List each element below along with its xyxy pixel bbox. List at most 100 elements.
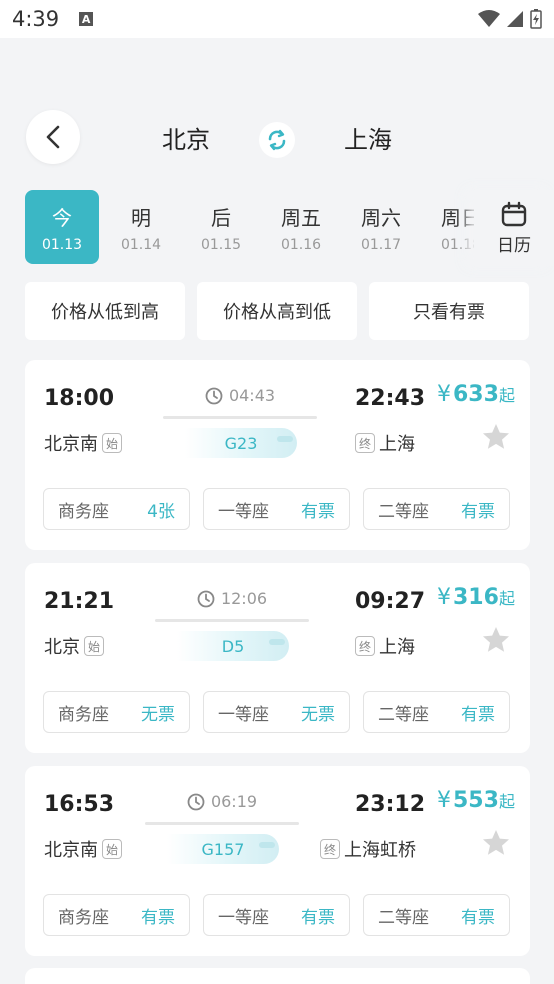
signal-icon xyxy=(507,11,523,27)
seat-name: 一等座 xyxy=(218,907,269,928)
calendar-icon xyxy=(501,201,527,226)
route-header: 北京 上海 xyxy=(0,100,554,176)
terminal-tag: 终 xyxy=(320,839,340,859)
date-value: 01.17 xyxy=(360,236,402,253)
calendar-button[interactable]: 日历 xyxy=(474,190,554,266)
seat-availability: 有票 xyxy=(141,907,175,928)
chevron-left-icon xyxy=(46,125,60,149)
seat-availability: 无票 xyxy=(301,704,335,725)
seat-name: 商务座 xyxy=(58,501,109,522)
seat-business: 商务座 无票 xyxy=(43,691,190,733)
seat-name: 商务座 xyxy=(58,704,109,725)
arrival-station: 终 上海 xyxy=(355,633,415,659)
date-tab-today[interactable]: 今 01.13 xyxy=(25,190,99,264)
departure-station-name: 北京南 xyxy=(44,840,98,861)
date-value: 01.14 xyxy=(120,236,162,253)
seat-business: 商务座 有票 xyxy=(43,894,190,936)
seat-name: 二等座 xyxy=(378,907,429,928)
currency-symbol: ¥ xyxy=(437,788,451,813)
train-card[interactable]: 21:21 12:06 09:27 ¥ 316 起 北京 始 D5 终 上海 商… xyxy=(25,563,530,753)
terminal-tag: 终 xyxy=(355,433,375,453)
price-value: 633 xyxy=(453,382,499,407)
duration-text: 04:43 xyxy=(228,386,276,405)
to-city[interactable]: 上海 xyxy=(344,120,392,155)
date-tab-saturday[interactable]: 周六 01.17 xyxy=(344,190,418,264)
seat-name: 一等座 xyxy=(218,501,269,522)
duration-text: 12:06 xyxy=(220,589,268,608)
duration-line xyxy=(155,619,309,622)
date-weekday: 周五 xyxy=(281,205,321,230)
arrival-station-name: 上海虹桥 xyxy=(344,840,416,861)
seat-second-class: 二等座 有票 xyxy=(363,894,510,936)
seat-name: 二等座 xyxy=(378,501,429,522)
date-tab-friday[interactable]: 周五 01.16 xyxy=(264,190,338,264)
duration: 06:19 xyxy=(145,792,299,811)
currency-symbol: ¥ xyxy=(437,382,451,407)
seat-second-class: 二等座 有票 xyxy=(363,488,510,530)
seat-name: 二等座 xyxy=(378,704,429,725)
train-card[interactable]: 16:53 06:19 23:12 ¥ 553 起 北京南 始 G157 终 上… xyxy=(25,766,530,956)
arrival-station-name: 上海 xyxy=(379,637,415,658)
from-city[interactable]: 北京 xyxy=(162,120,210,155)
train-card-partial[interactable] xyxy=(25,968,530,984)
price-suffix: 起 xyxy=(498,792,515,811)
sort-price-desc-button[interactable]: 价格从高到低 xyxy=(197,282,357,340)
date-weekday: 后 xyxy=(211,205,231,230)
departure-station-name: 北京 xyxy=(44,637,80,658)
sort-bar: 价格从低到高 价格从高到低 只看有票 xyxy=(25,282,530,340)
clock-icon xyxy=(197,590,215,607)
seat-first-class: 一等座 有票 xyxy=(203,488,350,530)
duration-line xyxy=(163,416,317,419)
price: ¥ 633 起 xyxy=(437,382,515,407)
star-icon[interactable] xyxy=(481,422,511,452)
star-icon[interactable] xyxy=(481,625,511,655)
departure-station: 北京南 始 xyxy=(44,836,122,862)
seat-availability: 有票 xyxy=(461,907,495,928)
currency-symbol: ¥ xyxy=(437,585,451,610)
seat-availability: 4张 xyxy=(147,501,175,522)
back-button[interactable] xyxy=(26,110,80,164)
origin-tag: 始 xyxy=(102,839,122,859)
notification-icon: A xyxy=(79,12,94,26)
arrival-station-name: 上海 xyxy=(379,434,415,455)
departure-station: 北京 始 xyxy=(44,633,104,659)
departure-station-name: 北京南 xyxy=(44,434,98,455)
date-selector: 今 01.13 明 01.14 后 01.15 周五 01.16 周六 01.1… xyxy=(0,190,554,266)
seat-name: 商务座 xyxy=(58,907,109,928)
arrival-station: 终 上海虹桥 xyxy=(320,836,416,862)
battery-icon xyxy=(530,9,542,29)
date-tab-day-after[interactable]: 后 01.15 xyxy=(184,190,258,264)
duration: 12:06 xyxy=(155,589,309,608)
wifi-icon xyxy=(478,10,500,27)
terminal-tag: 终 xyxy=(355,636,375,656)
clock-icon xyxy=(187,793,205,810)
train-card[interactable]: 18:00 04:43 22:43 ¥ 633 起 北京南 始 G23 终 上海… xyxy=(25,360,530,550)
swap-button[interactable] xyxy=(259,122,295,158)
sort-price-asc-button[interactable]: 价格从低到高 xyxy=(25,282,185,340)
train-number: D5 xyxy=(177,631,289,661)
price-value: 553 xyxy=(453,788,499,813)
seat-availability: 有票 xyxy=(461,501,495,522)
seat-name: 一等座 xyxy=(218,704,269,725)
star-icon[interactable] xyxy=(481,828,511,858)
seat-availability: 有票 xyxy=(301,907,335,928)
departure-time: 16:53 xyxy=(44,792,115,817)
seat-first-class: 一等座 有票 xyxy=(203,894,350,936)
origin-tag: 始 xyxy=(84,636,104,656)
arrival-time: 22:43 xyxy=(355,386,426,411)
filter-available-button[interactable]: 只看有票 xyxy=(369,282,529,340)
clock-icon xyxy=(205,387,223,404)
duration: 04:43 xyxy=(163,386,317,405)
date-weekday: 周六 xyxy=(361,205,401,230)
status-bar: 4:39 A xyxy=(0,0,554,38)
status-time: 4:39 xyxy=(12,7,60,31)
swap-icon xyxy=(268,129,286,151)
price-value: 316 xyxy=(453,585,499,610)
arrival-time: 09:27 xyxy=(355,589,426,614)
arrival-time: 23:12 xyxy=(355,792,426,817)
train-number: G23 xyxy=(185,428,297,458)
date-tab-tomorrow[interactable]: 明 01.14 xyxy=(104,190,178,264)
seat-availability: 无票 xyxy=(141,704,175,725)
status-icons xyxy=(478,9,542,29)
seat-first-class: 一等座 无票 xyxy=(203,691,350,733)
